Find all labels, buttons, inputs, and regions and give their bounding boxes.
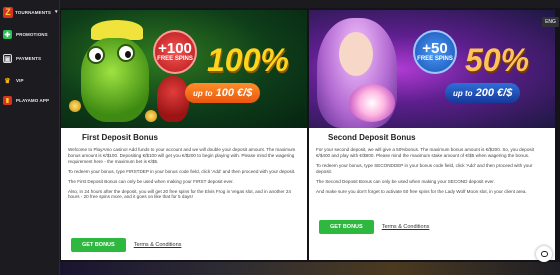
sidebar-item-label: PAYMENTS [16, 56, 42, 61]
card-paragraph: The Second Deposit Bonus can only be use… [316, 178, 495, 184]
card-paragraph: For your second deposit, we will give a … [316, 147, 534, 158]
logo[interactable]: Z [3, 7, 13, 18]
frog-hat-illustration [91, 20, 143, 40]
terms-link[interactable]: Terms & Conditions [134, 242, 182, 248]
sidebar-item-label: PROMOTIONS [16, 32, 48, 37]
sidebar-item-label: VIP [16, 78, 24, 83]
card-paragraph: To redeem your bonus, type SECONDDEP in … [316, 162, 533, 174]
upto-prefix: up to [193, 89, 213, 98]
card-paragraph: Also, in 24 hours after the deposit, you… [68, 188, 291, 200]
card-paragraph: The First Deposit Bonus can only be used… [68, 178, 234, 184]
badge-number: +50 [422, 40, 448, 57]
chat-button[interactable] [536, 246, 552, 262]
free-spins-badge: +50 FREE SPINS [413, 30, 457, 74]
lady-face [339, 32, 373, 76]
free-spins-badge: +100 FREE SPINS [153, 30, 197, 74]
bonus-amount-pill: up to 200 €/$ [445, 83, 521, 103]
sidebar-item-promotions[interactable]: ✚ PROMOTIONS [3, 30, 48, 39]
sidebar-item-app[interactable]: ▮ PLAYAMO APP [3, 96, 49, 105]
chevron-down-icon: ▾ [55, 9, 58, 15]
first-deposit-banner: +100 FREE SPINS 100% up to 100 €/$ [61, 10, 307, 128]
sidebar-item-tournaments[interactable]: TOURNAMENTS ▾ [15, 9, 58, 15]
card-body: Second Deposit Bonus For your second dep… [309, 128, 555, 260]
upto-amount: 100 €/$ [215, 87, 253, 99]
second-deposit-card: +50 FREE SPINS 50% up to 200 €/$ Second … [309, 10, 555, 260]
crystal-ball-illustration [349, 84, 395, 122]
coin-icon [145, 110, 157, 122]
frog-eye [87, 46, 105, 64]
sidebar: Z TOURNAMENTS ▾ ✚ PROMOTIONS ▣ PAYMENTS … [0, 0, 60, 275]
sidebar-item-vip[interactable]: ♛ VIP [3, 76, 24, 85]
bottom-strip [60, 262, 560, 275]
page: Z TOURNAMENTS ▾ ✚ PROMOTIONS ▣ PAYMENTS … [0, 0, 560, 275]
get-bonus-button[interactable]: GET BONUS [71, 238, 126, 252]
sidebar-item-label: TOURNAMENTS [15, 9, 52, 15]
terms-link[interactable]: Terms & Conditions [382, 224, 430, 230]
bonus-percent: 100% [207, 42, 289, 78]
crown-icon: ♛ [4, 77, 11, 85]
wallet-icon: ▣ [3, 54, 12, 63]
card-paragraph: Welcome to PlayAmo casino! Add funds to … [68, 147, 296, 164]
second-deposit-banner: +50 FREE SPINS 50% up to 200 €/$ [309, 10, 555, 128]
card-actions: GET BONUS Terms & Conditions [71, 238, 181, 252]
coin-icon [69, 100, 81, 112]
upto-amount: 200 €/$ [475, 87, 513, 99]
gift-icon: ✚ [3, 30, 12, 39]
card-paragraph: And make sure you don't forget to activa… [316, 188, 527, 194]
card-actions: GET BONUS Terms & Conditions [319, 220, 429, 234]
bonus-amount-pill: up to 100 €/$ [185, 83, 261, 103]
parrot-illustration [157, 76, 189, 122]
badge-label: FREE SPINS [157, 56, 193, 62]
first-deposit-card: +100 FREE SPINS 100% up to 100 €/$ First… [61, 10, 307, 260]
bonus-percent: 50% [465, 42, 530, 78]
get-bonus-button[interactable]: GET BONUS [319, 220, 374, 234]
frog-illustration [81, 38, 149, 122]
language-selector[interactable]: ENG [542, 17, 559, 27]
chat-icon [540, 251, 548, 257]
top-strip [60, 0, 560, 8]
upto-prefix: up to [453, 89, 473, 98]
card-body: First Deposit Bonus Welcome to PlayAmo c… [61, 128, 307, 260]
sidebar-item-label: PLAYAMO APP [16, 98, 50, 103]
card-paragraph: To redeem your bonus, type FIRSTDEP in y… [68, 168, 296, 174]
card-title: First Deposit Bonus [82, 133, 159, 142]
phone-icon: ▮ [3, 96, 12, 105]
badge-label: FREE SPINS [417, 56, 453, 62]
frog-eye [117, 44, 135, 62]
badge-number: +100 [158, 40, 192, 57]
sidebar-item-payments[interactable]: ▣ PAYMENTS [3, 54, 41, 63]
card-title: Second Deposit Bonus [328, 133, 416, 142]
